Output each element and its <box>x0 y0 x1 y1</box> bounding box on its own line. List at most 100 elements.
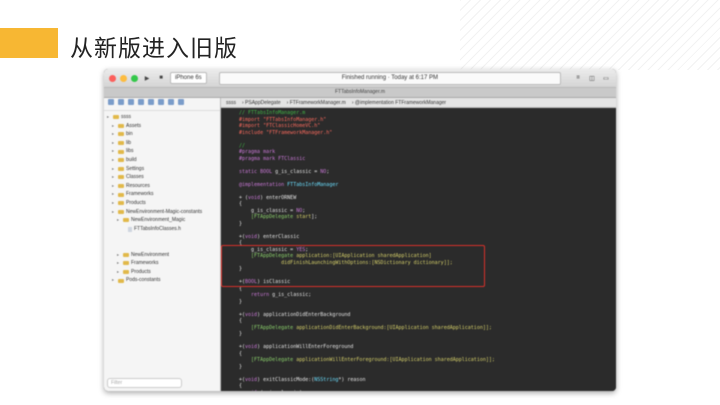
symbol-icon[interactable] <box>118 99 124 105</box>
tree-item[interactable]: ▸ Resources <box>104 182 220 191</box>
tree-item[interactable]: ▸ build <box>104 156 220 165</box>
disclosure-triangle-icon[interactable]: ▸ <box>112 182 116 191</box>
tree-item[interactable]: ▸ Frameworks <box>104 190 220 199</box>
disclosure-triangle-icon[interactable]: ▸ <box>112 173 116 182</box>
tree-item-label: build <box>126 156 137 163</box>
tree-item-label: NewEnvironment <box>131 251 170 258</box>
disclosure-triangle-icon[interactable]: ▸ <box>117 251 121 260</box>
code-token: ) exitClassicMode:( <box>257 376 315 383</box>
code-token: { <box>239 350 243 357</box>
code-token: ) enterClassic <box>257 233 300 240</box>
jumpbar-item[interactable]: › FTFrameworkManager.m <box>287 100 346 106</box>
disclosure-triangle-icon[interactable]: ▸ <box>112 276 116 285</box>
code-token: [FTAppDelegate <box>239 324 297 331</box>
code-token: ; <box>302 207 306 214</box>
editor-assistant-icon[interactable]: ◫ <box>587 74 597 83</box>
folder-icon <box>118 132 124 137</box>
disclosure-triangle-icon[interactable]: ▸ <box>112 165 116 174</box>
tree-item[interactable]: ▸ NewEnvironment <box>104 251 220 260</box>
file-tab[interactable]: FTTabsInfoManager.m <box>104 88 616 98</box>
tree-item[interactable]: ▸ Settings <box>104 165 220 174</box>
highlight-box-enterClassic <box>221 245 485 287</box>
disclosure-triangle-icon[interactable]: ▸ <box>112 199 116 208</box>
folder-icon <box>118 175 124 180</box>
folder-icon <box>123 218 129 223</box>
folder-icon <box>118 149 124 154</box>
minimize-button[interactable] <box>120 74 127 82</box>
close-button[interactable] <box>109 74 116 82</box>
code-token: #include "FTFrameworkManager.h" <box>239 129 333 136</box>
folder-icon <box>118 123 124 128</box>
tree-item[interactable]: ▸ ssss <box>104 113 220 122</box>
tree-item[interactable]: ▸ Pods-constants <box>104 276 220 285</box>
jump-bar[interactable]: ssss › PSAppDelegate › FTFrameworkManager.… <box>221 98 616 108</box>
code-token: #pragma mark FTClassic <box>239 155 306 162</box>
debug-icon[interactable] <box>158 99 164 105</box>
code-token: #pragma mark <box>239 149 276 155</box>
filter-input[interactable]: Filter <box>107 378 182 388</box>
folder-icon <box>118 166 124 171</box>
disclosure-triangle-icon[interactable]: ▸ <box>112 122 116 131</box>
background-stripes <box>460 0 720 70</box>
code-token: NSString <box>314 376 339 383</box>
tree-item[interactable]: ▸ libs <box>104 147 220 156</box>
code-token: void <box>245 311 258 318</box>
folder-icon <box>118 192 124 197</box>
tree-item[interactable]: ▸ NewEnvironment_Magic <box>104 216 220 225</box>
code-token: ) applicationDidEnterBackground <box>257 311 351 318</box>
disclosure-triangle-icon[interactable]: ▸ <box>112 208 116 217</box>
folder-icon <box>118 141 124 146</box>
code-editor[interactable]: ssss › PSAppDelegate › FTFrameworkManager.… <box>221 98 616 391</box>
test-icon[interactable] <box>148 99 154 105</box>
disclosure-triangle-icon[interactable]: ▸ <box>107 113 111 122</box>
stop-icon[interactable]: ■ <box>156 74 166 83</box>
code-token: static <box>239 168 261 175</box>
window-toolbar: ▶ ■ iPhone 6s Finished running · Today a… <box>104 69 616 88</box>
tree-item-label: Products <box>131 268 151 275</box>
tree-item[interactable]: ▸ Frameworks <box>104 259 220 268</box>
tree-item[interactable]: ▸ Products <box>104 268 220 277</box>
code-token: ]; <box>311 214 318 220</box>
tree-item-label: Classes <box>126 174 144 181</box>
warning-icon[interactable] <box>138 99 144 105</box>
scheme-selector[interactable]: iPhone 6s <box>170 72 207 84</box>
folder-icon[interactable] <box>108 99 114 105</box>
tree-item[interactable]: ▸ Products <box>104 199 220 208</box>
find-icon[interactable] <box>128 99 134 105</box>
code-token: ; <box>326 168 330 175</box>
tree-item[interactable]: ▸ lib <box>104 139 220 148</box>
tree-item[interactable]: ▸ bin <box>104 130 220 139</box>
tree-item[interactable]: ▸ NewEnvironment-Magic-constants <box>104 208 220 217</box>
disclosure-triangle-icon[interactable]: ▸ <box>112 190 116 199</box>
editor-standard-icon[interactable]: ≡ <box>573 74 583 83</box>
tree-item-label: NewEnvironment_Magic <box>131 217 186 224</box>
disclosure-triangle-icon[interactable]: ▸ <box>117 268 121 277</box>
code-token: } <box>239 220 243 227</box>
run-icon[interactable]: ▶ <box>142 74 152 83</box>
jumpbar-item[interactable]: ssss <box>226 100 236 106</box>
tree-item[interactable]: FTTabsInfoClasses.h <box>104 225 220 234</box>
disclosure-triangle-icon[interactable]: ▸ <box>112 130 116 139</box>
report-icon[interactable] <box>178 99 184 105</box>
disclosure-triangle-icon[interactable]: ▸ <box>112 156 116 165</box>
tree-item-label: Pods-constants <box>126 277 161 284</box>
tree-item[interactable]: ▸ Classes <box>104 173 220 182</box>
folder-icon <box>123 261 129 266</box>
jumpbar-item[interactable]: › @implementation FTFrameworkManager <box>352 100 446 106</box>
code-line[interactable]: if (g_is_classic) <box>225 390 616 392</box>
code-token: @implementation <box>239 181 288 188</box>
navigator-toggle-icon[interactable]: ▭ <box>601 74 611 83</box>
code-token: void <box>245 344 258 350</box>
disclosure-triangle-icon[interactable]: ▸ <box>112 147 116 156</box>
tree-item-label: Products <box>126 199 146 206</box>
jumpbar-item[interactable]: › PSAppDelegate <box>242 100 281 106</box>
breakpoint-icon[interactable] <box>168 99 174 105</box>
tree-item[interactable]: ▸ Assets <box>104 122 220 131</box>
code-token: FTTabsInfoManager <box>287 181 339 188</box>
zoom-button[interactable] <box>131 74 138 82</box>
disclosure-triangle-icon[interactable]: ▸ <box>117 259 121 268</box>
slide-title: 从新版进入旧版 <box>70 36 238 62</box>
code-token: applicationWillEnterForeground:[UIApplic… <box>296 357 495 363</box>
disclosure-triangle-icon[interactable]: ▸ <box>117 216 121 225</box>
disclosure-triangle-icon[interactable]: ▸ <box>112 139 116 148</box>
